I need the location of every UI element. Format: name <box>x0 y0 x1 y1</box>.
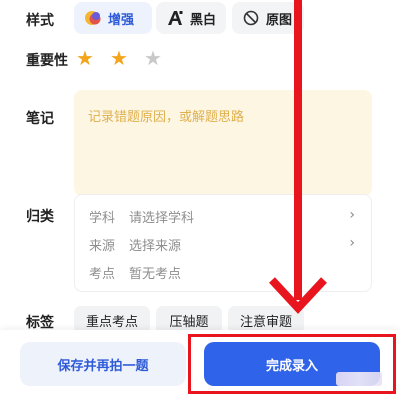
watermark-blur <box>336 372 382 386</box>
category-card: 学科 请选择学科 › 来源 选择来源 › 考点 暂无考点 <box>74 194 372 292</box>
style-label: 样式 <box>26 13 54 29</box>
star-icon[interactable]: ★ <box>110 48 128 68</box>
style-option-label: 增强 <box>108 12 135 28</box>
bw-letter-a-icon <box>166 9 184 27</box>
save-and-retake-label: 保存并再拍一题 <box>57 358 149 374</box>
tag-label: 注意审题 <box>239 314 292 330</box>
chevron-right-icon: › <box>349 235 355 251</box>
style-option-enhance[interactable]: 增强 <box>74 2 152 34</box>
category-value: 暂无考点 <box>129 267 182 282</box>
category-key: 考点 <box>89 267 116 282</box>
note-label: 笔记 <box>26 111 54 127</box>
category-key: 来源 <box>89 239 116 254</box>
enhance-icon <box>84 9 102 27</box>
category-label: 归类 <box>26 209 54 225</box>
category-row-topic[interactable]: 考点 暂无考点 <box>89 263 357 283</box>
tag-label: 压轴题 <box>169 314 209 330</box>
category-row-subject[interactable]: 学科 请选择学科 › <box>89 207 357 227</box>
style-option-label: 原图 <box>266 12 293 28</box>
tags-label: 标签 <box>26 315 54 331</box>
importance-label: 重要性 <box>26 53 68 69</box>
no-filter-icon <box>242 9 260 27</box>
category-value: 选择来源 <box>129 239 182 254</box>
star-icon[interactable]: ★ <box>144 48 162 68</box>
note-input[interactable]: 记录错题原因，或解题思路 <box>74 90 372 196</box>
style-option-bw[interactable]: 黑白 <box>156 2 226 34</box>
note-placeholder: 记录错题原因，或解题思路 <box>88 110 245 125</box>
style-option-label: 黑白 <box>190 12 217 28</box>
star-icon[interactable]: ★ <box>76 48 94 68</box>
style-option-original[interactable]: 原图 <box>232 2 304 34</box>
chevron-right-icon: › <box>349 207 355 223</box>
category-row-source[interactable]: 来源 选择来源 › <box>89 235 357 255</box>
tag-label: 重点考点 <box>85 314 138 330</box>
save-and-retake-button[interactable]: 保存并再拍一题 <box>20 342 186 386</box>
category-key: 学科 <box>89 211 116 226</box>
category-value: 请选择学科 <box>129 211 195 226</box>
